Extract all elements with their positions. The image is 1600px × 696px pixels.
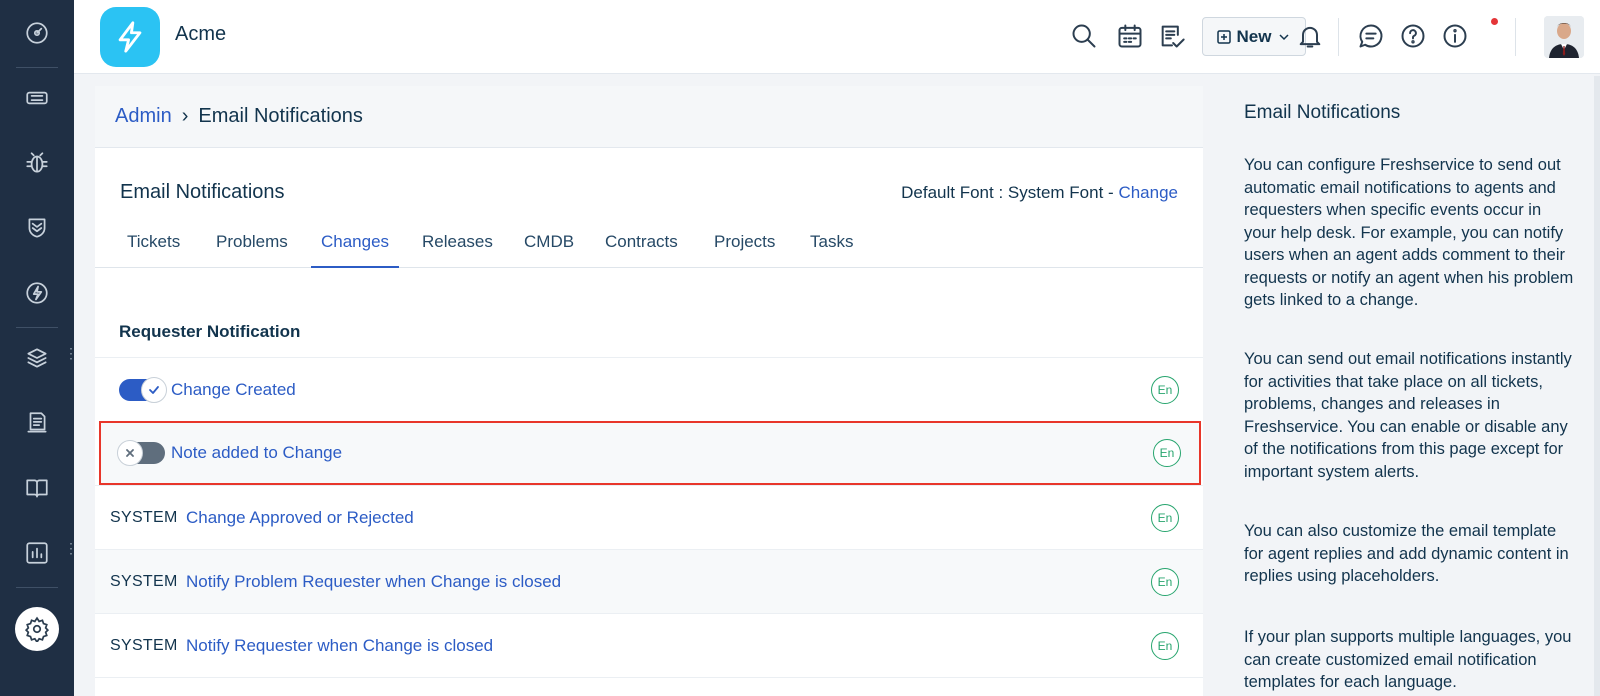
breadcrumb-current: Email Notifications <box>198 105 363 127</box>
notification-dot <box>1491 18 1498 25</box>
sidebar-divider <box>16 587 58 588</box>
changes-icon[interactable] <box>17 208 57 248</box>
notification-row: SYSTEM Change Approved or Rejected En <box>95 485 1203 549</box>
help-paragraph: If your plan supports multiple languages… <box>1244 628 1572 691</box>
notification-tabs: Tickets Problems Changes Releases CMDB C… <box>95 226 1203 268</box>
notification-link[interactable]: Change Approved or Rejected <box>186 508 414 528</box>
chevron-down-icon <box>1279 33 1290 40</box>
language-badge[interactable]: En <box>1153 439 1181 467</box>
help-title: Email Notifications <box>1244 102 1401 123</box>
notification-link[interactable]: Change Created <box>171 380 296 400</box>
default-font-info: Default Font : System Font - Change <box>901 183 1178 203</box>
chevron-right-icon: › <box>181 105 189 127</box>
tab-cmdb[interactable]: CMDB <box>524 232 574 268</box>
tab-contracts[interactable]: Contracts <box>605 232 678 268</box>
reports-more-icon[interactable]: ⋮ <box>64 541 78 555</box>
main-panel: Admin › Email Notifications Email Notifi… <box>95 86 1203 696</box>
solutions-icon[interactable] <box>17 468 57 508</box>
dashboard-icon[interactable] <box>17 13 57 53</box>
sidebar-divider <box>16 67 58 68</box>
assets-icon[interactable] <box>17 338 57 378</box>
language-badge[interactable]: En <box>1151 631 1179 660</box>
notification-link[interactable]: Note added to Change <box>171 443 342 463</box>
breadcrumb: Admin › Email Notifications <box>95 86 1203 148</box>
notification-toggle[interactable] <box>117 440 165 466</box>
header-divider <box>1338 18 1339 56</box>
change-font-link[interactable]: Change <box>1118 183 1178 202</box>
help-paragraph: You can also customize the email templat… <box>1244 522 1569 585</box>
notification-row: SYSTEM Notify Requester when Change is c… <box>95 613 1203 677</box>
header-divider <box>1515 18 1516 56</box>
chat-icon[interactable] <box>1355 20 1387 52</box>
tab-problems[interactable]: Problems <box>216 232 288 268</box>
plus-square-icon <box>1216 29 1231 44</box>
requester-notification-heading: Requester Notification <box>119 322 301 341</box>
tab-tickets[interactable]: Tickets <box>127 232 180 268</box>
help-panel: Email Notifications You can configure Fr… <box>1224 76 1600 696</box>
tickets-icon[interactable] <box>17 78 57 118</box>
brand-logo[interactable] <box>100 7 160 67</box>
notification-row: Change Created En <box>95 357 1203 421</box>
system-tag: SYSTEM <box>110 508 178 526</box>
default-font-label: Default Font : System Font - <box>901 183 1119 202</box>
top-header: Acme New <box>74 0 1600 74</box>
page-title: Email Notifications <box>120 181 285 203</box>
help-paragraph: You can send out email notifications ins… <box>1244 350 1572 481</box>
tab-changes[interactable]: Changes <box>311 232 400 268</box>
help-icon[interactable] <box>1397 20 1429 52</box>
admin-settings-icon[interactable] <box>15 607 59 651</box>
notification-row: SYSTEM Notify Problem Requester when Cha… <box>95 549 1203 613</box>
system-tag: SYSTEM <box>110 572 178 590</box>
check-icon <box>149 385 159 394</box>
problems-icon[interactable] <box>17 143 57 183</box>
language-badge[interactable]: En <box>1151 375 1179 404</box>
help-panel-scrollbar[interactable] <box>1594 76 1600 696</box>
tab-projects[interactable]: Projects <box>714 232 775 268</box>
notification-row <box>95 677 1203 696</box>
notification-link[interactable]: Notify Problem Requester when Change is … <box>186 572 561 592</box>
help-paragraph: You can configure Freshservice to send o… <box>1244 156 1574 309</box>
system-tag: SYSTEM <box>110 636 178 654</box>
bell-icon[interactable] <box>1294 20 1326 52</box>
assets-more-icon[interactable]: ⋮ <box>64 346 78 360</box>
todo-icon[interactable] <box>1156 20 1188 52</box>
sidebar-divider <box>16 327 58 328</box>
releases-icon[interactable] <box>17 273 57 313</box>
user-avatar[interactable] <box>1544 16 1584 58</box>
notification-toggle[interactable] <box>119 376 167 403</box>
tab-releases[interactable]: Releases <box>422 232 493 268</box>
calendar-icon[interactable] <box>1114 20 1146 52</box>
reports-icon[interactable] <box>17 533 57 573</box>
notification-row-highlighted: Note added to Change En <box>99 421 1201 485</box>
tab-tasks[interactable]: Tasks <box>810 232 853 268</box>
language-badge[interactable]: En <box>1151 567 1179 596</box>
new-button-label: New <box>1236 26 1272 46</box>
language-badge[interactable]: En <box>1151 503 1179 532</box>
search-icon[interactable] <box>1068 20 1100 52</box>
close-icon <box>126 449 134 457</box>
contracts-icon[interactable] <box>17 403 57 443</box>
notification-link[interactable]: Notify Requester when Change is closed <box>186 636 493 656</box>
org-name: Acme <box>175 23 227 45</box>
new-button[interactable]: New <box>1202 17 1306 56</box>
left-sidebar: ⋮ ⋮ <box>0 0 78 696</box>
breadcrumb-admin-link[interactable]: Admin <box>115 105 172 128</box>
info-icon[interactable] <box>1439 20 1471 52</box>
